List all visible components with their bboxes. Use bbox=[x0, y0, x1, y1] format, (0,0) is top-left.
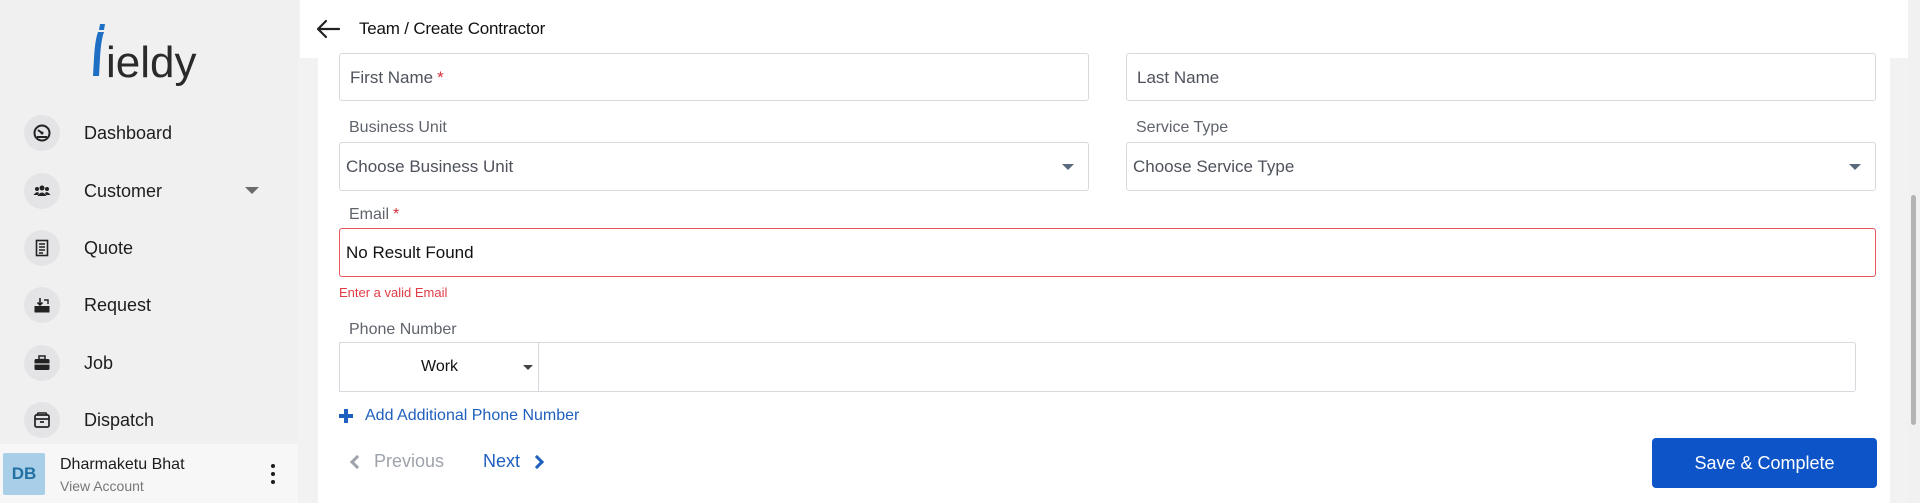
service-type-select[interactable]: Choose Service Type bbox=[1126, 142, 1876, 191]
chevron-down-icon[interactable] bbox=[245, 187, 259, 194]
required-marker: * bbox=[437, 68, 444, 87]
last-name-placeholder: Last Name bbox=[1137, 68, 1220, 87]
next-label: Next bbox=[483, 451, 521, 471]
sidebar-item-customer[interactable]: Customer bbox=[24, 169, 284, 213]
add-phone-number-link[interactable]: Add Additional Phone Number bbox=[339, 405, 579, 427]
previous-label: Previous bbox=[374, 451, 445, 471]
dispatch-box-icon bbox=[24, 402, 60, 438]
plus-icon bbox=[339, 409, 353, 423]
phone-type-select[interactable]: Work bbox=[339, 342, 539, 392]
service-type-placeholder: Choose Service Type bbox=[1133, 157, 1295, 176]
required-marker: * bbox=[393, 206, 400, 223]
business-unit-select[interactable]: Choose Business Unit bbox=[339, 142, 1089, 191]
sidebar-item-label: Customer bbox=[84, 180, 163, 201]
document-icon bbox=[24, 230, 60, 266]
avatar: DB bbox=[3, 453, 45, 495]
sidebar-item-dashboard[interactable]: Dashboard bbox=[24, 111, 284, 155]
fieldy-logo[interactable]: ieldy bbox=[84, 18, 216, 88]
first-name-placeholder: First Name * bbox=[350, 68, 444, 87]
business-unit-label: Business Unit bbox=[349, 119, 447, 136]
next-button[interactable]: Next bbox=[483, 451, 545, 472]
chevron-left-icon bbox=[349, 454, 365, 469]
sidebar-item-job[interactable]: Job bbox=[24, 341, 284, 385]
caret-down-icon bbox=[1062, 164, 1074, 170]
sidebar-item-label: Dashboard bbox=[84, 122, 173, 143]
sidebar-item-label: Quote bbox=[84, 237, 134, 258]
dashboard-gauge-icon bbox=[24, 115, 60, 151]
save-and-complete-button[interactable]: Save & Complete bbox=[1652, 438, 1877, 488]
email-value: No Result Found bbox=[346, 243, 474, 262]
top-header: Team / Create Contractor bbox=[300, 0, 1920, 58]
caret-down-icon bbox=[523, 365, 533, 370]
svg-text:ieldy: ieldy bbox=[106, 38, 197, 87]
user-name: Dharmaketu Bhat bbox=[60, 456, 185, 473]
form-panel bbox=[318, 58, 1890, 503]
sidebar-item-request[interactable]: Request bbox=[24, 283, 284, 327]
kebab-menu-icon[interactable] bbox=[268, 464, 278, 484]
scrollbar-thumb[interactable] bbox=[1911, 195, 1916, 425]
phone-number-input[interactable] bbox=[538, 342, 1856, 392]
add-phone-number-label: Add Additional Phone Number bbox=[365, 407, 580, 424]
phone-number-label: Phone Number bbox=[349, 321, 457, 338]
phone-type-value: Work bbox=[421, 358, 459, 375]
business-unit-placeholder: Choose Business Unit bbox=[346, 157, 514, 176]
view-account-link[interactable]: View Account bbox=[60, 478, 144, 494]
email-field[interactable]: No Result Found bbox=[339, 228, 1876, 277]
sidebar-item-label: Dispatch bbox=[84, 409, 155, 430]
sidebar-item-quote[interactable]: Quote bbox=[24, 226, 284, 270]
first-name-field[interactable]: First Name * bbox=[339, 53, 1089, 101]
sidebar-item-label: Job bbox=[84, 352, 114, 373]
sidebar-item-dispatch[interactable]: Dispatch bbox=[24, 398, 284, 442]
sidebar: ieldy Dashboard Customer Quote Request J… bbox=[0, 0, 298, 503]
sidebar-item-label: Request bbox=[84, 294, 152, 315]
back-arrow-icon[interactable] bbox=[314, 16, 342, 42]
users-icon bbox=[24, 173, 60, 209]
briefcase-icon bbox=[24, 345, 60, 381]
user-account-bar[interactable]: DB Dharmaketu Bhat View Account bbox=[0, 444, 298, 503]
email-label: Email * bbox=[349, 206, 400, 223]
chevron-right-icon bbox=[529, 454, 545, 469]
service-type-label: Service Type bbox=[1136, 119, 1229, 136]
request-inbox-icon bbox=[24, 287, 60, 323]
breadcrumb: Team / Create Contractor bbox=[359, 19, 546, 38]
previous-button[interactable]: Previous bbox=[349, 451, 445, 472]
email-error-message: Enter a valid Email bbox=[339, 285, 448, 300]
last-name-field[interactable]: Last Name bbox=[1126, 53, 1876, 101]
caret-down-icon bbox=[1849, 164, 1861, 170]
